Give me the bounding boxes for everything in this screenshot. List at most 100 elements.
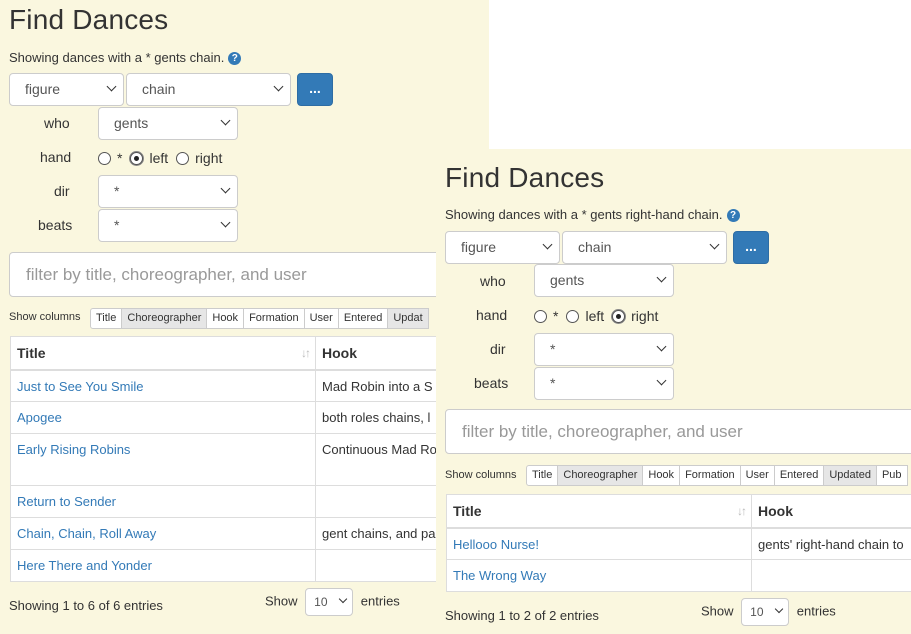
column-header-title[interactable]: Title ↓↑: [10, 336, 316, 371]
table-header-row: Title ↓↑ Hook: [446, 494, 911, 529]
more-options-button[interactable]: ...: [733, 231, 769, 264]
dir-select[interactable]: *: [98, 175, 238, 208]
dir-select[interactable]: *: [534, 333, 674, 366]
help-icon[interactable]: ?: [726, 209, 740, 222]
dance-link[interactable]: Early Rising Robins: [17, 442, 130, 457]
who-label: who: [44, 115, 70, 131]
beats-select[interactable]: *: [534, 367, 674, 400]
dances-table: Title ↓↑ Hook Hellooo Nurse! gents' right-…: [446, 494, 911, 592]
chevron-down-icon: [542, 239, 553, 250]
chevron-down-icon: [656, 341, 667, 352]
dir-value: *: [550, 341, 556, 357]
find-dances-panel-left: Find Dances Showing dances with a * gent…: [0, 0, 489, 634]
hand-radio-left[interactable]: [566, 309, 580, 323]
table-row: The Wrong Way: [446, 559, 911, 592]
column-toggle-choreographer[interactable]: Choreographer: [121, 308, 208, 329]
dance-link[interactable]: Return to Sender: [17, 494, 116, 509]
column-header-title[interactable]: Title ↓↑: [446, 494, 752, 529]
sort-icon: ↓↑: [301, 346, 311, 360]
column-toggle-updated[interactable]: Updated: [823, 465, 877, 486]
beats-label: beats: [38, 217, 73, 233]
column-toggle-formation[interactable]: Formation: [243, 308, 305, 329]
column-header-title-label: Title: [17, 344, 46, 361]
column-toggle-title[interactable]: Title: [90, 308, 123, 329]
who-label: who: [480, 273, 506, 289]
help-icon[interactable]: ?: [228, 52, 242, 65]
hand-radio-any-label: *: [553, 308, 559, 324]
column-toggle-published[interactable]: Pub: [875, 465, 908, 486]
title-cell: Return to Sender: [10, 485, 316, 518]
title-cell: Early Rising Robins: [10, 433, 316, 486]
column-header-hook[interactable]: Hook: [751, 494, 911, 529]
column-toggle-entered[interactable]: Entered: [337, 308, 389, 329]
beats-value: *: [114, 217, 120, 233]
table-row: Here There and Yonder: [10, 549, 489, 582]
dance-link[interactable]: The Wrong Way: [453, 568, 546, 583]
filter-input[interactable]: filter by title, choreographer, and user: [445, 409, 911, 454]
title-cell: Here There and Yonder: [10, 549, 316, 582]
hand-radio-right[interactable]: [612, 309, 626, 323]
title-cell: Hellooo Nurse!: [446, 527, 752, 560]
dir-label: dir: [54, 183, 70, 199]
column-toggle-user[interactable]: User: [303, 308, 339, 329]
column-toggle-formation[interactable]: Formation: [679, 465, 741, 486]
column-toggle-choreographer[interactable]: Choreographer: [557, 465, 644, 486]
who-select[interactable]: gents: [534, 264, 674, 297]
table-header-row: Title ↓↑ Hook: [10, 336, 489, 371]
column-toggle-hook[interactable]: Hook: [642, 465, 681, 486]
figure-value: chain: [142, 81, 176, 97]
hand-radio-group: * left right: [534, 308, 666, 324]
table-info: Showing 1 to 2 of 2 entries: [445, 608, 599, 623]
figure-value: chain: [578, 239, 612, 255]
column-header-hook-label: Hook: [758, 502, 793, 519]
chevron-down-icon: [220, 115, 231, 126]
dance-link[interactable]: Hellooo Nurse!: [453, 537, 539, 552]
page-length-select[interactable]: 10: [741, 598, 790, 626]
column-toggle-updated[interactable]: Updat: [387, 308, 429, 329]
hand-label: hand: [40, 149, 72, 165]
page-length-select[interactable]: 10: [305, 588, 354, 616]
filter-input[interactable]: filter by title, choreographer, and user: [9, 252, 489, 297]
chevron-down-icon: [220, 217, 231, 228]
table-row: Return to Sender: [10, 485, 489, 518]
column-toggle-hook[interactable]: Hook: [206, 308, 245, 329]
title-cell: Chain, Chain, Roll Away: [10, 517, 316, 550]
who-select[interactable]: gents: [98, 107, 238, 140]
dance-link[interactable]: Apogee: [17, 410, 62, 425]
figure-type-select[interactable]: figure: [9, 73, 124, 106]
column-toggle-user[interactable]: User: [739, 465, 775, 486]
dance-link[interactable]: Chain, Chain, Roll Away: [17, 526, 156, 541]
figure-select[interactable]: chain: [126, 73, 291, 106]
dances-table: Title ↓↑ Hook Just to See You Smile Mad Ro…: [10, 336, 489, 582]
column-header-hook-label: Hook: [322, 344, 357, 361]
table-row: Hellooo Nurse! gents' right-hand chain to: [446, 527, 911, 560]
hand-radio-any[interactable]: [98, 151, 111, 165]
hand-radio-right[interactable]: [176, 151, 190, 165]
dance-link[interactable]: Here There and Yonder: [17, 558, 152, 573]
hand-label: hand: [476, 307, 508, 323]
who-value: gents: [114, 115, 149, 131]
figure-select[interactable]: chain: [562, 231, 727, 264]
column-toggle-entered[interactable]: Entered: [773, 465, 825, 486]
figure-type-value: figure: [25, 81, 61, 97]
chevron-down-icon: [709, 239, 720, 250]
figure-type-value: figure: [461, 239, 497, 255]
hand-radio-left[interactable]: [130, 151, 144, 165]
beats-select[interactable]: *: [98, 209, 238, 242]
column-toggles: Title Choreographer Hook Formation User …: [90, 308, 429, 329]
sort-icon: ↓↑: [737, 504, 747, 518]
page-length-value: 10: [750, 605, 764, 619]
dance-link[interactable]: Just to See You Smile: [17, 379, 143, 394]
column-toggles: Title Choreographer Hook Formation User …: [526, 465, 908, 486]
figure-type-select[interactable]: figure: [445, 231, 560, 264]
dir-label: dir: [490, 341, 506, 357]
column-toggle-title[interactable]: Title: [526, 465, 559, 486]
length-entries-label: entries: [360, 593, 400, 609]
more-options-button[interactable]: ...: [297, 73, 333, 106]
hand-radio-any[interactable]: [534, 309, 547, 323]
page-length-value: 10: [314, 595, 328, 609]
chevron-down-icon: [338, 594, 348, 604]
find-dances-panel-right: Find Dances Showing dances with a * gent…: [436, 149, 911, 634]
summary-text: Showing dances with a * gents chain.: [9, 50, 225, 65]
hook-cell: gents' right-hand chain to: [751, 527, 911, 560]
